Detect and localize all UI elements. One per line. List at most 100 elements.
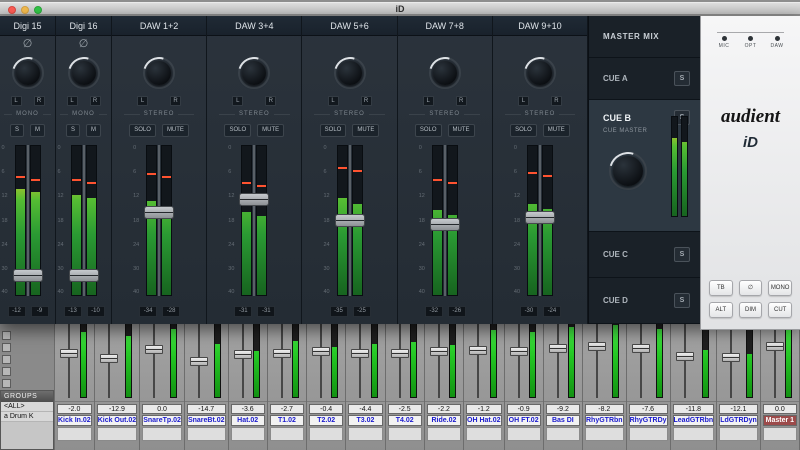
pt-fader-handle[interactable] bbox=[588, 342, 606, 351]
titlebar[interactable]: iD bbox=[0, 2, 800, 15]
group-item[interactable]: a Drum K bbox=[1, 412, 53, 422]
pt-fader-handle[interactable] bbox=[429, 347, 448, 356]
dim-button[interactable]: DIM bbox=[738, 302, 763, 318]
mute-button[interactable]: M bbox=[30, 123, 45, 137]
mute-button[interactable]: M bbox=[86, 123, 101, 137]
cue-solo-button[interactable]: S bbox=[674, 293, 690, 308]
pt-comment-box[interactable] bbox=[585, 427, 624, 441]
pt-volume-value[interactable]: -4.4 bbox=[348, 404, 383, 414]
solo-button[interactable]: SOLO bbox=[510, 123, 537, 137]
group-item[interactable]: <ALL> bbox=[1, 402, 53, 412]
pt-fader-handle[interactable] bbox=[675, 352, 694, 361]
pt-track-name[interactable]: RhyGTRDy bbox=[628, 415, 668, 426]
pt-track-name[interactable]: SnareTp.02 bbox=[142, 415, 182, 426]
fader-handle[interactable] bbox=[239, 193, 270, 207]
fader-handle[interactable] bbox=[68, 269, 99, 283]
solo-button[interactable]: SOLO bbox=[129, 123, 156, 137]
pt-fader-handle[interactable] bbox=[469, 346, 488, 355]
pt-track-name[interactable]: Hat.02 bbox=[230, 415, 265, 426]
pt-fader-handle[interactable] bbox=[351, 349, 370, 358]
pt-comment-box[interactable] bbox=[466, 427, 502, 441]
pt-comment-box[interactable] bbox=[545, 427, 580, 441]
zoom-button[interactable] bbox=[34, 6, 42, 14]
pt-comment-box[interactable] bbox=[672, 427, 715, 441]
cue-solo-button[interactable]: S bbox=[674, 247, 690, 262]
track-chip[interactable] bbox=[2, 355, 11, 364]
mute-button[interactable]: MUTE bbox=[447, 123, 475, 137]
pt-fader-handle[interactable] bbox=[390, 349, 409, 358]
pan-knob[interactable] bbox=[5, 51, 50, 95]
pt-comment-box[interactable] bbox=[506, 427, 541, 441]
pan-knob[interactable] bbox=[61, 51, 106, 95]
mono-button[interactable]: MONO bbox=[768, 280, 792, 296]
mute-button[interactable]: MUTE bbox=[257, 123, 285, 137]
pt-fader-handle[interactable] bbox=[99, 354, 118, 363]
pt-comment-box[interactable] bbox=[186, 427, 226, 441]
pt-volume-value[interactable]: -2.5 bbox=[387, 404, 422, 414]
fader-handle[interactable] bbox=[144, 205, 175, 219]
pan-knob[interactable] bbox=[423, 51, 467, 95]
fader-handle[interactable] bbox=[429, 218, 460, 232]
pt-track-name[interactable]: Bas DI bbox=[545, 415, 580, 426]
pt-comment-box[interactable] bbox=[309, 427, 344, 441]
fader-handle[interactable] bbox=[12, 269, 43, 283]
pt-volume-value[interactable]: -11.8 bbox=[672, 404, 715, 414]
pt-volume-value[interactable]: -3.6 bbox=[230, 404, 265, 414]
pt-volume-value[interactable]: -8.2 bbox=[585, 404, 624, 414]
pt-volume-value[interactable]: -1.2 bbox=[466, 404, 502, 414]
cue-solo-button[interactable]: S bbox=[674, 71, 690, 86]
pt-comment-box[interactable] bbox=[628, 427, 668, 441]
track-chip[interactable] bbox=[2, 343, 11, 352]
pt-fader-handle[interactable] bbox=[631, 344, 650, 353]
pt-track-name[interactable]: T3.02 bbox=[348, 415, 383, 426]
pt-fader-handle[interactable] bbox=[765, 342, 784, 351]
sidebar-item-cue-selected[interactable]: CUE B S CUE MASTER bbox=[589, 100, 700, 232]
pt-track-name[interactable]: Kick Out.02 bbox=[96, 415, 138, 426]
pt-track-name[interactable]: LdGTRDyn bbox=[719, 415, 758, 426]
cue-master-knob[interactable] bbox=[602, 145, 654, 197]
pan-knob[interactable] bbox=[518, 51, 562, 95]
pt-volume-value[interactable]: -2.0 bbox=[57, 404, 92, 414]
track-chip[interactable] bbox=[2, 367, 11, 376]
pt-fader-handle[interactable] bbox=[312, 347, 331, 356]
pt-comment-box[interactable] bbox=[269, 427, 305, 441]
pt-volume-value[interactable]: -2.7 bbox=[269, 404, 305, 414]
pt-comment-box[interactable] bbox=[348, 427, 383, 441]
cut-button[interactable]: CUT bbox=[768, 302, 792, 318]
pt-volume-value[interactable]: -9.2 bbox=[545, 404, 580, 414]
sidebar-item-master-mix[interactable]: MASTER MIX bbox=[589, 16, 700, 58]
pt-comment-box[interactable] bbox=[426, 427, 462, 441]
pan-knob[interactable] bbox=[232, 51, 276, 95]
solo-button[interactable]: SOLO bbox=[414, 123, 442, 137]
pt-track-name[interactable]: Ride.02 bbox=[426, 415, 462, 426]
pt-track-name[interactable]: LeadGTRbn bbox=[672, 415, 715, 426]
pan-knob[interactable] bbox=[137, 51, 181, 95]
polarity-button[interactable]: ∅ bbox=[738, 280, 763, 296]
pt-track-name[interactable]: T4.02 bbox=[387, 415, 422, 426]
pt-volume-value[interactable]: 0.0 bbox=[762, 404, 797, 414]
pt-volume-value[interactable]: -2.2 bbox=[426, 404, 462, 414]
pt-comment-box[interactable] bbox=[230, 427, 265, 441]
solo-button[interactable]: S bbox=[9, 123, 24, 137]
pt-comment-box[interactable] bbox=[96, 427, 138, 441]
pt-volume-value[interactable]: -12.1 bbox=[719, 404, 758, 414]
track-chip[interactable] bbox=[2, 331, 11, 340]
talkback-button[interactable]: TB bbox=[709, 280, 733, 296]
mute-button[interactable]: MUTE bbox=[352, 123, 380, 137]
pt-track-name[interactable]: RhyGTRbn bbox=[585, 415, 624, 426]
pan-knob[interactable] bbox=[327, 51, 372, 95]
pt-volume-value[interactable]: -7.6 bbox=[628, 404, 668, 414]
solo-button[interactable]: SOLO bbox=[319, 123, 347, 137]
track-chip[interactable] bbox=[2, 379, 11, 388]
sidebar-item-cue[interactable]: CUE C S bbox=[589, 232, 700, 278]
pt-fader-handle[interactable] bbox=[189, 357, 208, 366]
pt-comment-box[interactable] bbox=[142, 427, 182, 441]
pt-fader-handle[interactable] bbox=[272, 349, 291, 358]
pt-track-name[interactable]: Kick In.02 bbox=[57, 415, 92, 426]
pt-volume-value[interactable]: -12.9 bbox=[96, 404, 138, 414]
solo-button[interactable]: SOLO bbox=[224, 123, 252, 137]
pt-comment-box[interactable] bbox=[762, 427, 797, 441]
pt-fader-handle[interactable] bbox=[233, 350, 252, 359]
polarity-button[interactable]: ∅ bbox=[23, 38, 33, 50]
pt-fader-handle[interactable] bbox=[60, 349, 78, 358]
